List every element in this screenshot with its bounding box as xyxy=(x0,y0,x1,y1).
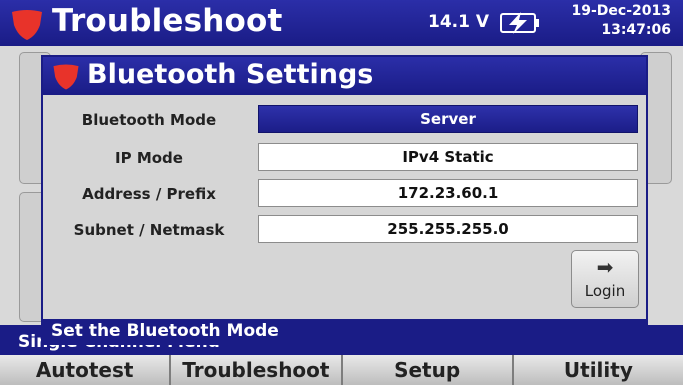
login-label: Login xyxy=(584,282,626,300)
subnet-netmask-row: Subnet / Netmask 255.255.255.0 xyxy=(43,215,646,245)
login-button[interactable]: ➡ Login xyxy=(571,250,639,308)
dialog-status-text: Set the Bluetooth Mode xyxy=(51,321,279,341)
tab-setup[interactable]: Setup xyxy=(342,355,512,385)
time-readout: 13:47:06 xyxy=(601,22,671,38)
dialog-header: Bluetooth Settings xyxy=(43,57,646,95)
charging-battery-icon xyxy=(500,12,539,34)
bluetooth-mode-row: Bluetooth Mode Server xyxy=(43,105,646,135)
red-shield-icon xyxy=(12,10,42,40)
dialog-title: Bluetooth Settings xyxy=(87,59,374,90)
address-prefix-field[interactable]: 172.23.60.1 xyxy=(258,179,638,207)
voltage-readout: 14.1 V xyxy=(428,12,490,32)
tab-troubleshoot[interactable]: Troubleshoot xyxy=(171,355,341,385)
right-arrow-icon: ➡ xyxy=(596,255,614,279)
bluetooth-settings-dialog: Bluetooth Settings Bluetooth Mode Server… xyxy=(41,55,648,345)
tab-autotest[interactable]: Autotest xyxy=(0,355,170,385)
bluetooth-mode-label: Bluetooth Mode xyxy=(81,111,217,129)
dialog-status-bar: Set the Bluetooth Mode xyxy=(43,319,646,343)
title-bar: Troubleshoot 14.1 V 19-Dec-2013 13:47:06 xyxy=(0,0,683,46)
ip-mode-row: IP Mode IPv4 Static xyxy=(43,143,646,173)
bluetooth-mode-field[interactable]: Server xyxy=(258,105,638,133)
address-prefix-row: Address / Prefix 172.23.60.1 xyxy=(43,179,646,209)
ip-mode-label: IP Mode xyxy=(115,149,183,167)
date-readout: 19-Dec-2013 xyxy=(571,3,671,19)
red-shield-icon xyxy=(53,64,79,90)
bottom-tab-bar: Autotest Troubleshoot Setup Utility xyxy=(0,355,683,385)
subnet-netmask-field[interactable]: 255.255.255.0 xyxy=(258,215,638,243)
subnet-netmask-label: Subnet / Netmask xyxy=(73,221,225,239)
ip-mode-field[interactable]: IPv4 Static xyxy=(258,143,638,171)
address-prefix-label: Address / Prefix xyxy=(82,185,216,203)
page-title: Troubleshoot xyxy=(52,3,283,39)
tab-utility[interactable]: Utility xyxy=(513,355,683,385)
